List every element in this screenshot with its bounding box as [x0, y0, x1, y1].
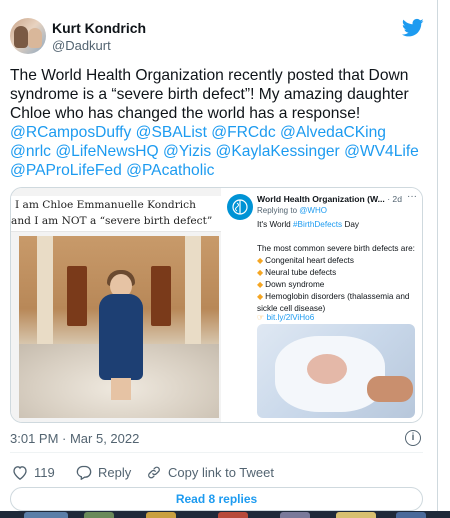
- tweet-header: Kurt Kondrich @Dadkurt: [10, 18, 430, 58]
- copy-link-button[interactable]: Copy link to Tweet: [146, 462, 274, 482]
- who-intro: The most common severe birth defects are…: [257, 244, 415, 253]
- door: [67, 266, 87, 326]
- who-logo-icon: [227, 194, 253, 220]
- who-item-text: Neural tube defects: [265, 268, 337, 277]
- replying-prefix: Replying to: [257, 206, 298, 215]
- like-button[interactable]: 119: [12, 462, 55, 482]
- info-icon[interactable]: i: [405, 430, 421, 446]
- who-account-name: World Health Organization (W... · 2d: [257, 194, 402, 204]
- tweet-media[interactable]: I am Chloe Emmanuelle Kondrich and I am …: [10, 187, 423, 423]
- replying-handle: @WHO: [299, 206, 327, 215]
- mention-link[interactable]: @SBAList: [136, 124, 207, 141]
- who-day-suffix: Day: [344, 220, 359, 229]
- who-item-text: Congenital heart defects: [265, 256, 354, 265]
- girl-figure: [111, 378, 131, 400]
- like-count: 119: [34, 464, 55, 480]
- link-icon: [148, 466, 160, 478]
- hand: [367, 376, 413, 402]
- reply-label: Reply: [98, 464, 132, 480]
- who-item-text: Down syndrome: [265, 280, 325, 289]
- avatar[interactable]: [10, 18, 46, 54]
- tweet-card: Kurt Kondrich @Dadkurt The World Health …: [0, 0, 438, 518]
- taskbar-button[interactable]: [146, 512, 176, 518]
- mention-link[interactable]: @LifeNewsHQ: [55, 143, 158, 160]
- who-name-text: World Health Organization (W...: [257, 194, 385, 204]
- avatar-figure: [28, 28, 42, 48]
- taskbar-button[interactable]: [280, 512, 310, 518]
- who-day-prefix: It's World: [257, 220, 291, 229]
- twitter-bird-icon[interactable]: [402, 18, 424, 38]
- who-tweet-screenshot[interactable]: World Health Organization (W... · 2d ···…: [223, 188, 422, 422]
- mention-link[interactable]: @Yizis: [163, 143, 211, 160]
- heart-icon: [13, 465, 27, 480]
- pillar: [37, 236, 53, 346]
- who-date: · 2d: [387, 194, 402, 204]
- who-list-item: ◆ Congenital heart defects: [257, 256, 354, 265]
- who-item-text: Hemoglobin disorders (thalassemia and: [265, 292, 410, 301]
- avatar-figure: [14, 26, 28, 48]
- more-options-icon: ···: [407, 191, 417, 202]
- girl-figure: [99, 294, 143, 380]
- taskbar-button[interactable]: [336, 512, 376, 518]
- mention-link[interactable]: @KaylaKessinger: [216, 143, 340, 160]
- photo-caption: I am Chloe Emmanuelle Kondrich and I am …: [11, 196, 221, 232]
- who-day-line: It's World #BirthDefects Day: [257, 220, 359, 229]
- taskbar-button[interactable]: [24, 512, 68, 518]
- who-list-item: ◆ Down syndrome: [257, 280, 324, 289]
- reply-button[interactable]: Reply: [76, 462, 131, 482]
- reply-icon: [76, 465, 92, 480]
- mention-link[interactable]: @FRCdc: [211, 124, 275, 141]
- who-emblem-icon: [232, 199, 248, 215]
- photo-scene: [19, 236, 219, 418]
- mention-link[interactable]: @PAcatholic: [126, 162, 214, 179]
- mention-link[interactable]: @WV4Life: [344, 143, 419, 160]
- tweet-body: The World Health Organization recently p…: [10, 67, 409, 122]
- who-day-hashtag: #BirthDefects: [293, 220, 343, 229]
- mention-link[interactable]: @AlvedaCKing: [280, 124, 386, 141]
- door: [151, 266, 171, 326]
- divider: [10, 452, 423, 453]
- who-replying-to: Replying to @WHO: [257, 206, 327, 215]
- tweet-text: The World Health Organization recently p…: [10, 66, 430, 180]
- orange-diamond-icon: ◆: [257, 292, 264, 301]
- who-link-line: ☞ bit.ly/2lViHo6: [257, 312, 314, 322]
- author-handle[interactable]: @Dadkurt: [52, 38, 111, 53]
- tweet-timestamp[interactable]: 3:01 PM · Mar 5, 2022: [10, 431, 139, 446]
- mention-link[interactable]: @RCamposDuffy: [10, 124, 131, 141]
- taskbar-button[interactable]: [84, 512, 114, 518]
- mention-link[interactable]: @PAProLifeFed: [10, 162, 122, 179]
- who-link: bit.ly/2lViHo6: [266, 313, 315, 322]
- mention-link[interactable]: @nrlc: [10, 143, 51, 160]
- who-list-item: ◆ Hemoglobin disorders (thalassemia and: [257, 292, 409, 301]
- baby-photo: [257, 324, 415, 418]
- photo-caption-line: I am Chloe Emmanuelle Kondrich: [15, 199, 196, 211]
- photo-caption-line: and I am NOT a “severe birth defect”: [11, 215, 213, 227]
- tweet-actions: 119 Reply Copy link to Tweet: [10, 462, 423, 482]
- baby: [307, 354, 347, 384]
- pointing-hand-icon: ☞: [257, 313, 265, 322]
- read-replies-button[interactable]: Read 8 replies: [10, 487, 423, 511]
- orange-diamond-icon: ◆: [257, 280, 264, 289]
- pillar: [185, 236, 201, 346]
- author-name[interactable]: Kurt Kondrich: [52, 20, 146, 36]
- os-taskbar: [0, 511, 450, 518]
- orange-diamond-icon: ◆: [257, 256, 264, 265]
- taskbar-button[interactable]: [396, 512, 426, 518]
- orange-diamond-icon: ◆: [257, 268, 264, 277]
- taskbar-button[interactable]: [218, 512, 248, 518]
- copy-link-label: Copy link to Tweet: [168, 464, 274, 480]
- chloe-photo[interactable]: I am Chloe Emmanuelle Kondrich and I am …: [11, 188, 221, 422]
- who-list-item: ◆ Neural tube defects: [257, 268, 336, 277]
